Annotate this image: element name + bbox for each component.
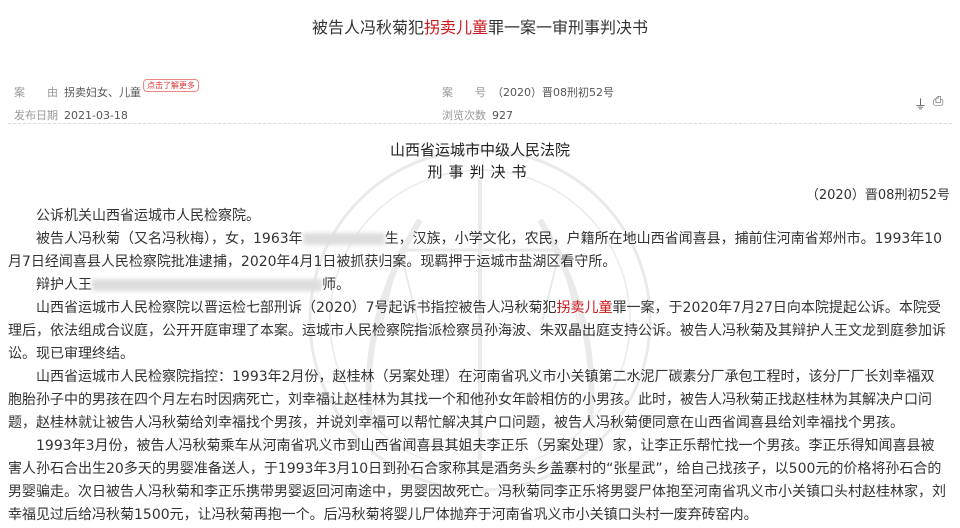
case-no-value: （2020）晋08刑初52号 <box>492 86 614 99</box>
paragraph-facts: 1993年3月份，被告人冯秋菊乘车从河南省巩义市到山西省闻喜县其姐夫李正乐（另案… <box>8 438 946 523</box>
date-label: 发布日期 <box>14 109 58 122</box>
title-text-end: 罪一案一审刑事判决书 <box>488 18 649 37</box>
title-highlight: 拐卖儿童 <box>423 18 488 37</box>
meta-date: 发布日期 2021-03-18 <box>14 107 128 123</box>
cause-label: 案 由 <box>14 86 58 99</box>
cause-value: 拐卖妇女、儿童 <box>64 86 141 99</box>
defendant-text: 被告人冯秋菊（又名冯秋梅），女，1963年 <box>36 231 303 247</box>
meta-cause: 案 由拐卖妇女、儿童点击了解更多 <box>14 79 199 100</box>
judgment-body: 公诉机关山西省运城市人民检察院。 被告人冯秋菊（又名冯秋梅），女，1963年 生，… <box>8 205 948 527</box>
defender-text-end: 师。 <box>322 277 350 293</box>
document-type: 刑事判决书 <box>427 163 533 181</box>
court-name: 山西省运城市中级人民法院 <box>389 141 570 159</box>
date-value: 2021-03-18 <box>64 109 128 122</box>
meta-case-no: 案 号 （2020）晋08刑初52号 <box>442 84 614 100</box>
page-title: 被告人冯秋菊犯拐卖儿童罪一案一审刑事判决书 <box>0 14 960 38</box>
redacted-birthdate <box>302 233 385 245</box>
defender-text: 辩护人王 <box>36 277 92 293</box>
paragraph-charges: 山西省运城市人民检察院指控：1993年2月份，赵桂林（另案处理）在河南省巩义市小… <box>8 369 935 431</box>
paragraph-defendant: 被告人冯秋菊（又名冯秋梅），女，1963年 生，汉族，小学文化，农民，户籍所在地山… <box>8 228 948 274</box>
paragraph-procedure: 山西省运城市人民检察院以晋运检七部刑诉（2020）7号起诉书指控被告人冯秋菊犯拐… <box>8 297 948 366</box>
toolbar: ⏚ ⎙ <box>914 94 943 113</box>
case-no-label: 案 号 <box>442 86 486 99</box>
print-icon[interactable]: ⎙ <box>933 94 943 113</box>
download-icon[interactable]: ⏚ <box>914 94 927 113</box>
procedure-text: 山西省运城市人民检察院以晋运检七部刑诉（2020）7号起诉书指控被告人冯秋菊犯 <box>36 300 557 316</box>
crime-highlight: 拐卖儿童 <box>556 300 613 316</box>
title-text: 被告人冯秋菊犯 <box>311 18 424 37</box>
learn-more-badge[interactable]: 点击了解更多 <box>143 79 199 92</box>
paragraph-prosecutor: 公诉机关山西省运城市人民检察院。 <box>36 208 260 224</box>
paragraph-defender: 辩护人王 师。 <box>8 274 948 297</box>
redacted-defender <box>92 279 322 291</box>
document-case-number: （2020）晋08刑初52号 <box>805 188 950 203</box>
